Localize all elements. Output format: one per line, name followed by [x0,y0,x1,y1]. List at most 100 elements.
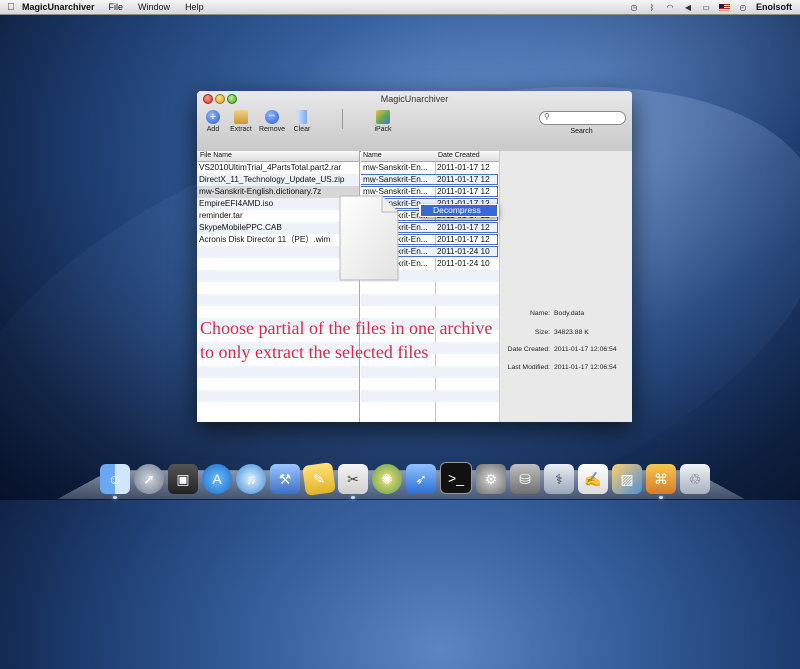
dock: ☺ ➚ ▣ A ♫ ⚒ ✎ ✂ ✺ ➶ >_ ⚙ ⛁ ⚕ ✍ ▨ ⌘ ♲ [100,454,710,499]
apple-menu-icon[interactable]:  [0,2,22,13]
archive-name: Acronis Disk Director 11（PE）.wim [199,235,331,244]
clock-icon[interactable]: ◴ [738,3,748,12]
empty-row [361,294,499,306]
search-icon: ⚲ [544,112,550,121]
time-machine-icon[interactable]: ◷ [629,3,639,12]
terminal-icon[interactable]: >_ [440,462,472,494]
remove-button[interactable]: − Remove [258,110,286,133]
archive-name: EmpireEFI4AMD.iso [199,199,274,208]
extract-button[interactable]: Extract [228,110,254,133]
created-value: 2011-01-17 12:06:54 [554,346,617,353]
content-row[interactable]: mw-Sanskrit-En... 2011-01-17 12 [361,162,499,174]
finder-icon[interactable]: ☺ [100,464,130,499]
remove-icon: − [265,110,279,124]
menu-app-name[interactable]: MagicUnarchiver [22,2,95,12]
search-label: Search [570,128,593,135]
content-name: mw-Sanskrit-En... [363,175,428,184]
file-info-pane [500,151,632,422]
clear-icon [297,110,307,124]
empty-row [197,282,359,294]
empty-row [361,402,499,414]
window-title: MagicUnarchiver [380,94,449,104]
battery-icon[interactable]: ▭ [701,3,711,12]
extract-icon [234,110,248,124]
photo-icon[interactable]: ▨ [612,464,642,494]
empty-row [197,378,359,390]
archive-row[interactable]: SkypeMobilePPC.CAB [197,222,359,234]
empty-row [197,246,359,258]
empty-row [197,258,359,270]
decompress-menu-item[interactable]: Decompress [421,205,497,216]
menu-bar:  MagicUnarchiver File Window Help ◷ ᛒ ◠… [0,0,800,15]
archive-row[interactable]: Acronis Disk Director 11（PE）.wim [197,234,359,246]
empty-row [361,378,499,390]
content-date: 2011-01-17 12 [437,187,490,196]
remove-label: Remove [258,126,286,133]
empty-row [197,366,359,378]
empty-row [197,294,359,306]
document-icon [339,195,399,281]
grapher-icon[interactable]: ⚕ [544,464,574,494]
archive-name: VS2010UltimTrial_4PartsTotal.part2.rar [199,163,342,172]
content-date: 2011-01-17 12 [437,163,490,172]
empty-row [197,270,359,282]
archive-contents: Name Date Created mw-Sanskrit-En... 2011-… [361,151,500,422]
empty-row [197,390,359,402]
archive-rows: VS2010UltimTrial_4PartsTotal.part2.rar D… [197,162,359,414]
app-store-icon[interactable]: A [202,464,232,494]
input-source-flag-icon[interactable] [719,3,730,11]
content-row-selected[interactable]: mw-Sanskrit-En... 2011-01-17 12 [361,174,499,186]
menu-extras: ◷ ᛒ ◠ ◀ ▭ ◴ Enolsoft [629,2,800,12]
modified-label: Last Modified: [507,364,550,371]
menu-file[interactable]: File [109,2,124,12]
clear-button[interactable]: Clear [291,110,313,133]
annotation-line-1: Choose partial of the files in one archi… [200,318,493,338]
archive-row[interactable]: VS2010UltimTrial_4PartsTotal.part2.rar [197,162,359,174]
aperture-icon[interactable]: ✺ [372,464,402,494]
bluetooth-icon[interactable]: ᛒ [647,3,657,12]
archive-row[interactable]: DirectX_11_Technology_Update_US.zip [197,174,359,186]
ipack-icon [376,110,390,124]
add-button[interactable]: + Add [203,110,223,133]
wifi-icon[interactable]: ◠ [665,3,675,12]
archive-list: File Name VS2010UltimTrial_4PartsTotal.p… [197,151,360,422]
launchpad-icon[interactable]: ➚ [134,464,164,494]
date-created-column-header[interactable]: Date Created [438,151,480,161]
window-toolbar: MagicUnarchiver + Add Extract − Remove C… [197,91,632,152]
xcode-icon[interactable]: ⚒ [270,464,300,494]
content-date: 2011-01-17 12 [437,223,490,232]
volume-icon[interactable]: ◀ [683,3,693,12]
notes-icon[interactable]: ✎ [302,462,336,496]
empty-row [361,282,499,294]
rocket-icon[interactable]: ➶ [406,464,436,494]
contents-header: Name Date Created [361,151,499,162]
name-column-header[interactable]: Name [363,151,382,161]
archive-list-header[interactable]: File Name [197,151,359,162]
search-input[interactable]: ⚲ [539,111,626,125]
menu-window[interactable]: Window [138,2,170,12]
annotation-line-2: to only extract the selected files [200,342,429,362]
file-name-column-header[interactable]: File Name [200,151,232,161]
toolbar-separator [342,109,343,129]
photo-booth-icon[interactable]: ▣ [168,464,198,494]
archive-row[interactable]: reminder.tar [197,210,359,222]
trash-icon[interactable]: ♲ [680,464,710,494]
preview-icon[interactable]: ✂ [338,464,368,499]
modified-value: 2011-01-17 12:06:54 [554,364,617,371]
empty-row [197,402,359,414]
archive-name: mw-Sanskrit-English.dictionary.7z [199,187,322,196]
ipack-button[interactable]: iPack [371,110,395,133]
ipack-label: iPack [374,126,392,133]
disk-utility-icon[interactable]: ⛁ [510,464,540,494]
archive-row[interactable]: EmpireEFI4AMD.iso [197,198,359,210]
menu-help[interactable]: Help [185,2,204,12]
archive-name: SkypeMobilePPC.CAB [199,223,282,232]
system-preferences-icon[interactable]: ⚙ [476,464,506,494]
menu-user-name[interactable]: Enolsoft [756,2,792,12]
content-date: 2011-01-17 12 [437,235,490,244]
archive-icon[interactable]: ⌘ [646,464,676,499]
textedit-icon[interactable]: ✍ [578,464,608,494]
itunes-icon[interactable]: ♫ [236,464,266,494]
clear-label: Clear [293,126,311,133]
archive-row-selected[interactable]: mw-Sanskrit-English.dictionary.7z [197,186,359,198]
